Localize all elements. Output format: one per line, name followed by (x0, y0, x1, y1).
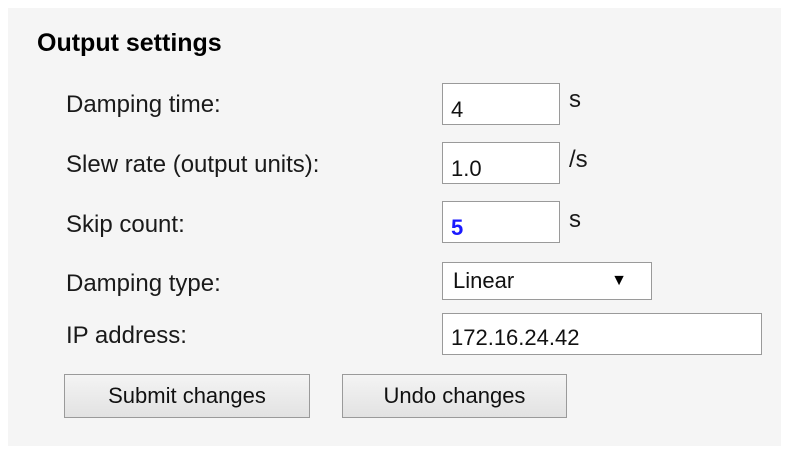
slew-rate-label: Slew rate (output units): (66, 151, 320, 178)
damping-type-select[interactable]: Linear ▼ (442, 262, 652, 300)
damping-time-unit: s (569, 86, 581, 113)
skip-count-label: Skip count: (66, 211, 185, 238)
section-title: Output settings (37, 29, 222, 57)
dropdown-arrow-icon: ▼ (611, 272, 627, 289)
damping-type-value: Linear (453, 268, 515, 293)
ip-address-input[interactable]: 172.16.24.42 (442, 313, 762, 355)
damping-time-label: Damping time: (66, 91, 221, 118)
damping-type-label: Damping type: (66, 270, 221, 297)
undo-changes-button[interactable]: Undo changes (342, 374, 567, 418)
damping-time-input[interactable]: 4 (442, 83, 560, 125)
submit-changes-button[interactable]: Submit changes (64, 374, 310, 418)
slew-rate-input[interactable]: 1.0 (442, 142, 560, 184)
skip-count-input[interactable]: 5 (442, 201, 560, 243)
ip-address-label: IP address: (66, 322, 187, 349)
output-settings-panel: Output settings Damping time: 4 s Slew r… (8, 8, 781, 446)
slew-rate-unit: /s (569, 146, 588, 173)
skip-count-unit: s (569, 206, 581, 233)
